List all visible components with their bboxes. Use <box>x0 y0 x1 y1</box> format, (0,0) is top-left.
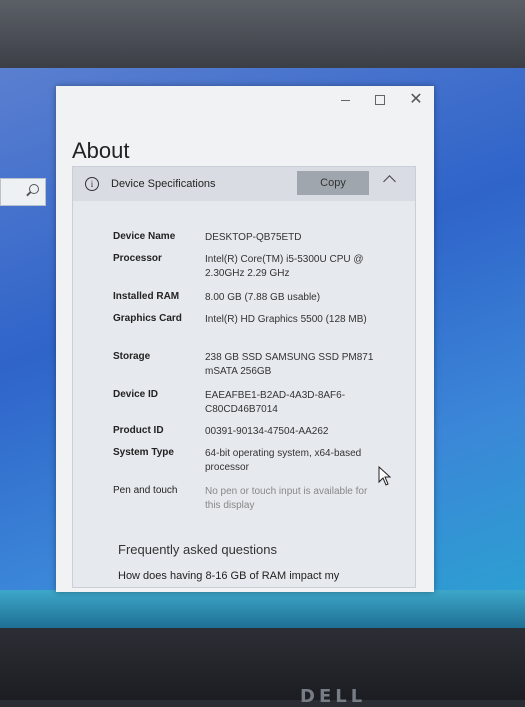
faq-heading: Frequently asked questions <box>118 542 277 557</box>
faq-link-ram[interactable]: How does having 8-16 GB of RAM impact my <box>118 570 339 582</box>
settings-window: ✕ About i Device Specifications Copy Dev… <box>56 86 434 592</box>
spec-label: Device Name <box>113 231 176 242</box>
monitor-bezel-bottom <box>0 628 525 700</box>
spec-label: Graphics Card <box>113 313 182 324</box>
spec-value: 8.00 GB (7.88 GB usable) <box>205 292 321 303</box>
spec-label: Processor <box>113 253 162 264</box>
spec-label: Storage <box>113 351 151 362</box>
maximize-button[interactable] <box>370 90 390 110</box>
spec-label: Installed RAM <box>113 291 180 302</box>
spec-label: System Type <box>113 447 174 458</box>
chevron-up-icon[interactable] <box>383 175 396 188</box>
brand-logo: DELL <box>300 686 367 707</box>
page-title: About <box>72 138 130 163</box>
copy-button[interactable]: Copy <box>297 171 369 195</box>
spec-value: 64-bit operating system, x64-based proce… <box>205 448 362 473</box>
title-bar: ✕ <box>56 86 434 114</box>
device-specifications-header[interactable]: i Device Specifications Copy <box>73 167 415 201</box>
background-search-box[interactable] <box>0 178 46 206</box>
close-button[interactable]: ✕ <box>406 90 426 110</box>
spec-label: Product ID <box>113 425 164 436</box>
spec-value: Intel(R) Core(TM) i5-5300U CPU @ 2.30GHz… <box>205 254 364 279</box>
spec-value: Intel(R) HD Graphics 5500 (128 MB) <box>205 314 367 325</box>
spec-value: No pen or touch input is available for t… <box>205 486 368 511</box>
device-specifications-panel: i Device Specifications Copy Device Name… <box>72 166 416 588</box>
spec-value: 00391-90134-47504-AA262 <box>205 426 329 437</box>
info-icon: i <box>85 177 99 191</box>
search-icon <box>29 184 39 194</box>
spec-value: 238 GB SSD SAMSUNG SSD PM871 mSATA 256GB <box>205 352 374 377</box>
monitor-bezel-top <box>0 0 525 72</box>
panel-title: Device Specifications <box>111 178 216 190</box>
minimize-button[interactable] <box>336 90 356 110</box>
taskbar-area <box>0 590 525 630</box>
spec-label: Pen and touch <box>113 485 178 496</box>
spec-value: DESKTOP-QB75ETD <box>205 232 302 243</box>
spec-label: Device ID <box>113 389 159 400</box>
spec-value: EAEAFBE1-B2AD-4A3D-8AF6-C80CD46B7014 <box>205 390 346 415</box>
